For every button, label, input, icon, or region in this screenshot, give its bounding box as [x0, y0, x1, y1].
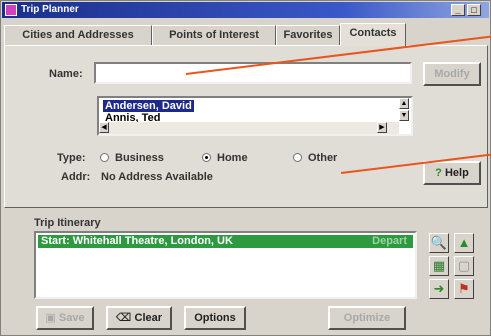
save-button[interactable]: ▣ Save [36, 306, 94, 330]
radio-other-label: Other [308, 152, 338, 164]
scroll-up-button[interactable]: ▲ [399, 98, 409, 109]
scroll-right-button[interactable]: ▶ [377, 122, 387, 133]
list-vertical-scrollbar[interactable]: ▲ ▼ [399, 98, 411, 122]
app-icon [5, 4, 17, 16]
bottom-toolbar: ▣ Save ⌫ Clear Options Optimize [4, 302, 488, 334]
options-button[interactable]: Options [184, 306, 246, 330]
radio-other[interactable] [293, 153, 302, 162]
map-icon[interactable]: ▦ [429, 256, 449, 276]
tab-contacts[interactable]: Contacts [340, 23, 406, 46]
radio-home[interactable] [202, 153, 211, 162]
page-icon[interactable]: ▢ [454, 256, 474, 276]
flag-icon[interactable]: ⚑ [454, 279, 474, 299]
clear-icon: ⌫ [115, 312, 132, 324]
itinerary-row[interactable]: Start: Whitehall Theatre, London, UK Dep… [38, 235, 413, 248]
magnify-icon[interactable]: 🔍 [429, 233, 449, 253]
contacts-listbox[interactable]: Andersen, David Annis, Ted ▲ ▼ ◀ ▶ [97, 96, 413, 136]
save-button-label: Save [58, 312, 85, 324]
tab-points-of-interest[interactable]: Points of Interest [152, 25, 276, 45]
clear-button[interactable]: ⌫ Clear [106, 306, 172, 330]
contacts-panel: Name: Modify Andersen, David Annis, Ted … [4, 45, 488, 208]
optimize-button[interactable]: Optimize [328, 306, 406, 330]
window-title: Trip Planner [21, 4, 79, 15]
arrow-right-icon[interactable]: ➜ [429, 279, 449, 299]
tab-cities-and-addresses[interactable]: Cities and Addresses [4, 25, 152, 45]
tab-favorites[interactable]: Favorites [276, 25, 340, 45]
itinerary-list[interactable]: Start: Whitehall Theatre, London, UK Dep… [34, 231, 417, 299]
title-bar[interactable]: Trip Planner _ □ [2, 2, 489, 18]
radio-business-label: Business [115, 152, 164, 164]
itinerary-title: Trip Itinerary [34, 217, 101, 229]
clear-button-label: Clear [134, 312, 163, 324]
trip-itinerary-section: Trip Itinerary Start: Whitehall Theatre,… [4, 213, 488, 299]
itinerary-row-text: Start: Whitehall Theatre, London, UK [41, 235, 233, 247]
scroll-down-button[interactable]: ▼ [399, 110, 409, 121]
help-button[interactable]: ? Help [423, 161, 481, 185]
list-horizontal-scrollbar[interactable]: ◀ ▶ [99, 122, 399, 134]
radio-business[interactable] [100, 153, 109, 162]
type-label: Type: [57, 152, 86, 164]
save-icon: ▣ [45, 312, 56, 324]
scroll-left-button[interactable]: ◀ [99, 122, 109, 133]
list-item-andersen-david[interactable]: Andersen, David [103, 100, 194, 112]
radio-home-label: Home [217, 152, 248, 164]
itinerary-row-status: Depart [372, 235, 407, 247]
addr-value: No Address Available [101, 171, 213, 183]
help-button-label: Help [444, 167, 469, 179]
arrow-up-icon[interactable]: ▲ [454, 233, 474, 253]
modify-button[interactable]: Modify [423, 62, 481, 86]
maximize-button[interactable]: □ [467, 4, 481, 16]
minimize-button[interactable]: _ [451, 4, 465, 16]
name-label: Name: [49, 68, 83, 80]
trip-planner-window: Trip Planner _ □ Cities and Addresses Po… [0, 0, 491, 336]
question-mark-icon: ? [435, 167, 442, 179]
addr-label: Addr: [61, 171, 91, 183]
